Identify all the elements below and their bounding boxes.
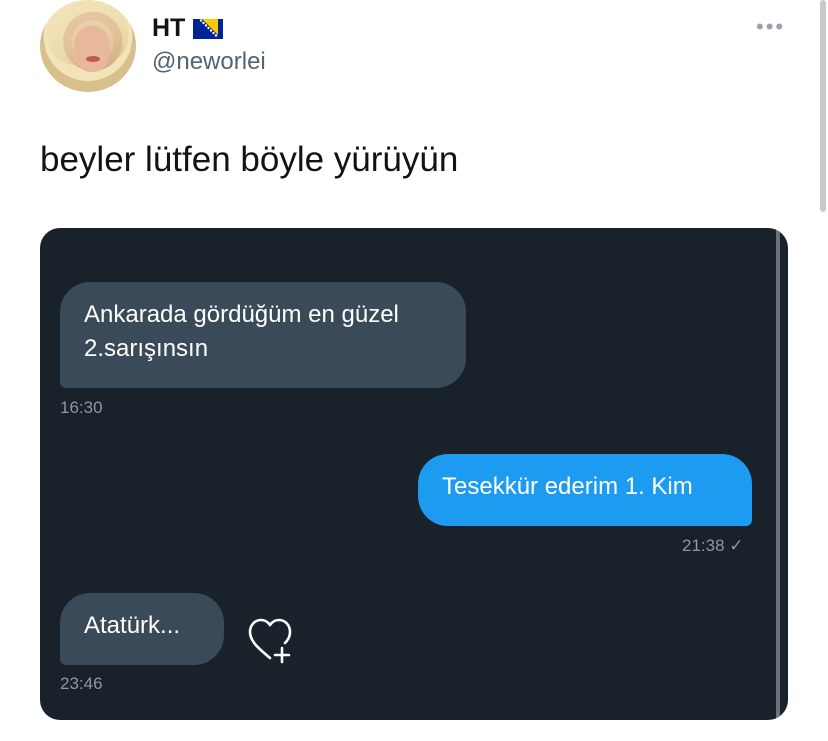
message-text: Atatürk... [84, 612, 181, 639]
tweet-media-image[interactable]: Ankarada gördüğüm en güzel 2.sarışınsın … [40, 228, 788, 720]
outgoing-message-bubble: Tesekkür ederim 1. Kim [418, 454, 752, 526]
incoming-message-bubble: Atatürk... [60, 593, 224, 665]
message-timestamp: 16:30 [60, 398, 103, 417]
message-text-line: 2.sarışınsın [84, 335, 209, 362]
more-horizontal-icon[interactable]: ••• [756, 14, 785, 40]
display-name[interactable]: HT [152, 14, 185, 43]
heart-plus-icon [248, 618, 292, 664]
incoming-message-bubble: Ankarada gördüğüm en güzel 2.sarışınsın [60, 282, 466, 388]
avatar[interactable] [40, 0, 136, 92]
tweet-text: beyler lütfen böyle yürüyün [40, 140, 459, 179]
message-text: Tesekkür ederim 1. Kim [442, 473, 693, 500]
scrollbar[interactable] [820, 0, 826, 212]
message-timestamp: 21:38 ✓ [682, 536, 744, 555]
message-text-line: Ankarada gördüğüm en güzel [84, 301, 399, 328]
message-timestamp: 23:46 [60, 674, 103, 693]
avatar-face [74, 26, 110, 72]
bosnia-flag-icon [193, 18, 224, 39]
chat-scrollbar [776, 228, 780, 720]
user-name-row[interactable]: HT [152, 14, 224, 43]
user-handle[interactable]: @neworlei [152, 48, 266, 76]
avatar-lips [86, 56, 100, 62]
